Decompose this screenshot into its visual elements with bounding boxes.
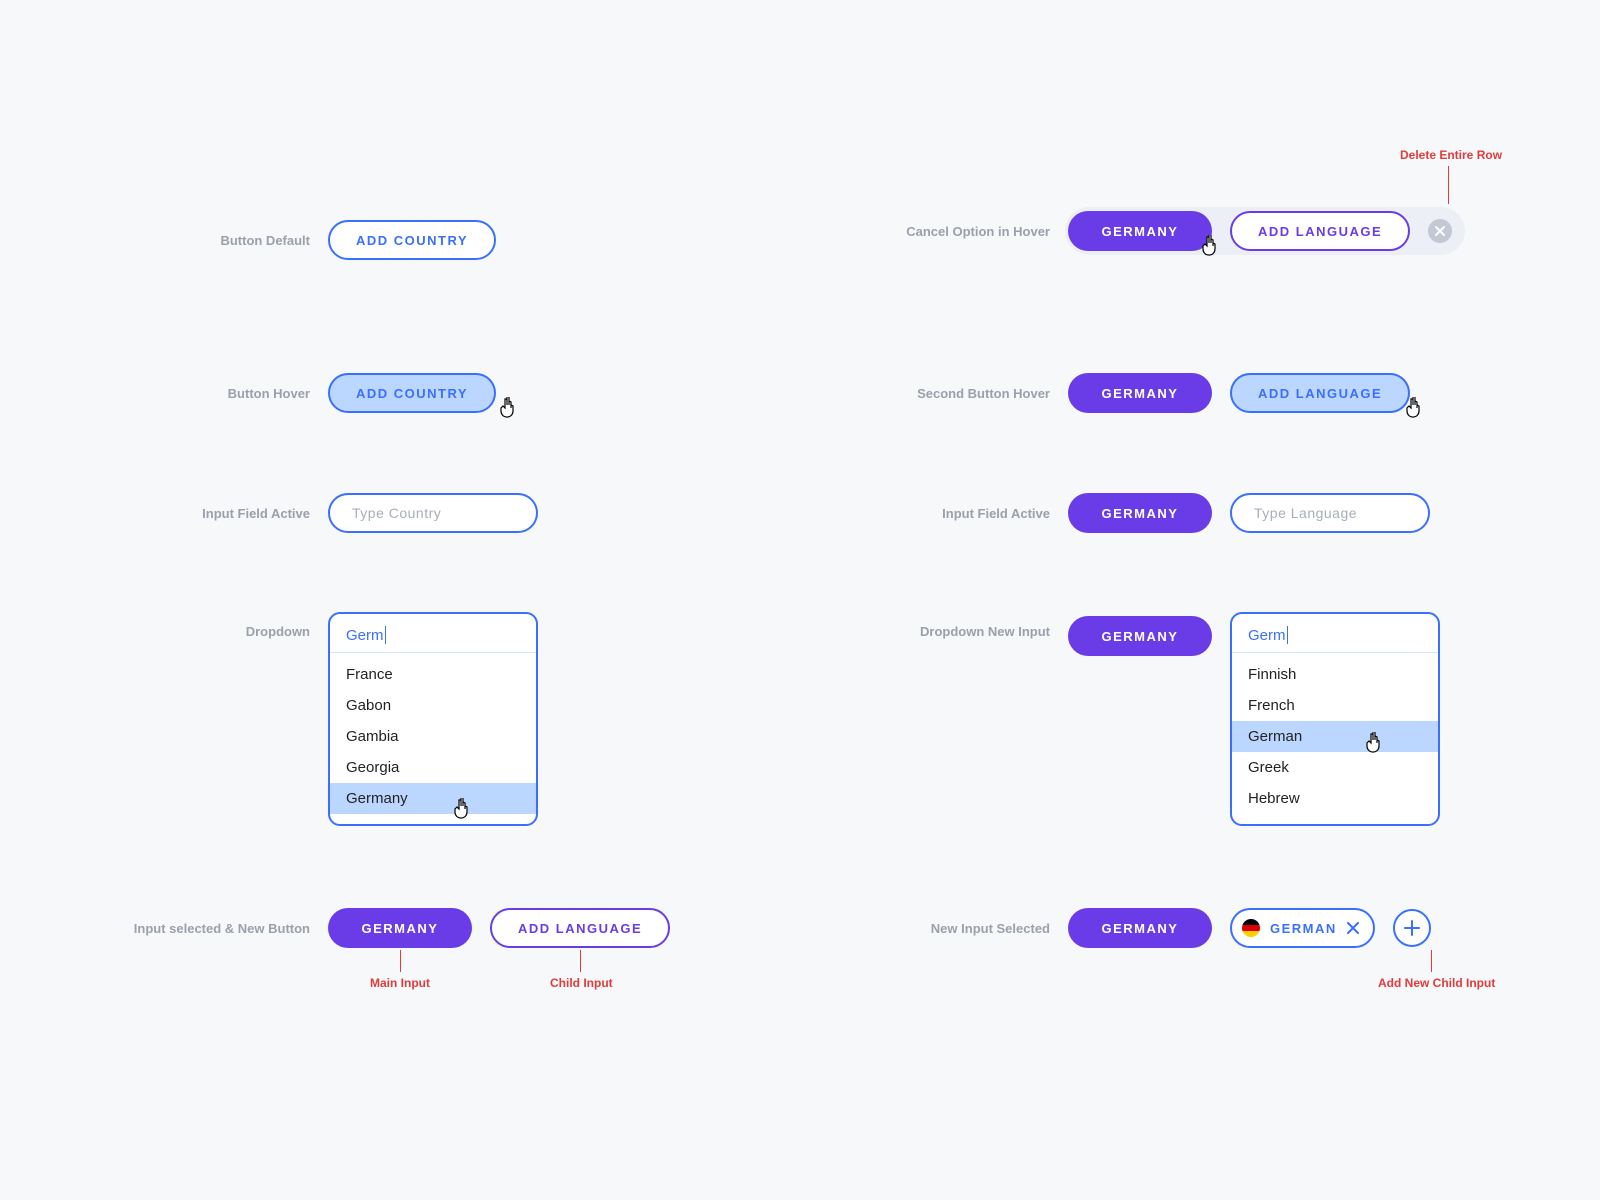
state-label: Dropdown — [0, 624, 310, 639]
text-caret-icon — [1287, 626, 1288, 644]
selected-country-chip[interactable]: GERMANY — [328, 908, 472, 948]
dropdown-option-hover[interactable]: German — [1232, 721, 1438, 752]
state-label: Input Field Active — [720, 506, 1050, 521]
add-country-button-hover[interactable]: ADD COUNTRY — [328, 373, 496, 413]
dropdown-input[interactable]: Germ — [330, 614, 536, 653]
add-language-button[interactable]: ADD LANGUAGE — [490, 908, 670, 948]
dropdown-input[interactable]: Germ — [1232, 614, 1438, 653]
selected-country-chip[interactable]: GERMANY — [1068, 493, 1212, 533]
annotation-line — [580, 950, 581, 972]
annotation-line — [1448, 166, 1449, 204]
close-icon — [1347, 922, 1359, 934]
dropdown-option[interactable]: Hebrew — [1232, 783, 1438, 814]
country-dropdown[interactable]: Germ France Gabon Gambia Georgia Germany — [328, 612, 538, 826]
dropdown-option[interactable]: Gabon — [330, 690, 536, 721]
pointer-cursor-icon — [1198, 235, 1220, 259]
add-language-button-hover[interactable]: ADD LANGUAGE — [1230, 373, 1410, 413]
dropdown-option[interactable]: Georgia — [330, 752, 536, 783]
state-label: New Input Selected — [720, 921, 1050, 936]
selected-country-chip[interactable]: GERMANY — [1068, 373, 1212, 413]
annotation-line — [400, 950, 401, 972]
selected-country-chip[interactable]: GERMANY — [1068, 616, 1212, 656]
plus-icon — [1404, 920, 1420, 936]
typed-text: Germ — [1248, 627, 1286, 644]
dropdown-option-hover[interactable]: Germany — [330, 783, 536, 814]
state-label: Button Default — [0, 233, 310, 248]
dropdown-option-label: Germany — [346, 790, 408, 807]
state-label: Cancel Option in Hover — [720, 224, 1050, 239]
selected-country-chip[interactable]: GERMANY — [1068, 211, 1212, 251]
add-country-button[interactable]: ADD COUNTRY — [328, 220, 496, 260]
selected-country-chip[interactable]: GERMANY — [1068, 908, 1212, 948]
dropdown-option-label: German — [1248, 728, 1302, 745]
country-input[interactable]: Type Country — [328, 493, 538, 533]
close-icon — [1435, 226, 1445, 236]
dropdown-option[interactable]: Gambia — [330, 721, 536, 752]
annotation-child-input: Child Input — [550, 976, 613, 990]
state-label: Input Field Active — [0, 506, 310, 521]
placeholder-text: Type Language — [1254, 505, 1357, 521]
state-label: Button Hover — [0, 386, 310, 401]
annotation-delete-row: Delete Entire Row — [1400, 148, 1502, 162]
state-label: Input selected & New Button — [0, 921, 310, 936]
dropdown-option[interactable]: French — [1232, 690, 1438, 721]
delete-row-button[interactable] — [1428, 219, 1452, 243]
typed-text: Germ — [346, 627, 384, 644]
add-language-button[interactable]: ADD LANGUAGE — [1230, 211, 1410, 251]
remove-chip-button[interactable] — [1347, 922, 1359, 934]
annotation-add-child: Add New Child Input — [1378, 976, 1495, 990]
dropdown-option[interactable]: Greek — [1232, 752, 1438, 783]
language-dropdown[interactable]: Germ Finnish French German Greek Hebrew — [1230, 612, 1440, 826]
chip-label: GERMAN — [1270, 921, 1337, 936]
text-caret-icon — [385, 626, 386, 644]
pointer-cursor-icon — [496, 397, 518, 421]
dropdown-option[interactable]: France — [330, 659, 536, 690]
add-child-input-button[interactable] — [1393, 909, 1431, 947]
state-label: Dropdown New Input — [720, 624, 1050, 639]
language-input[interactable]: Type Language — [1230, 493, 1430, 533]
selected-language-chip[interactable]: GERMAN — [1230, 908, 1375, 948]
annotation-line — [1431, 950, 1432, 972]
dropdown-option[interactable]: Finnish — [1232, 659, 1438, 690]
chip-label: GERMANY — [1102, 224, 1179, 239]
placeholder-text: Type Country — [352, 505, 441, 521]
state-label: Second Button Hover — [720, 386, 1050, 401]
annotation-main-input: Main Input — [370, 976, 430, 990]
germany-flag-icon — [1242, 919, 1260, 937]
